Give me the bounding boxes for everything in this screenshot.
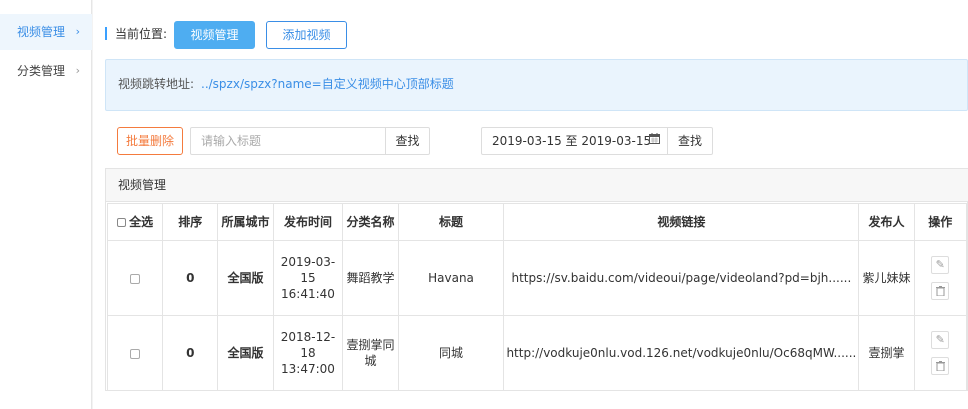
category-cell: 舞蹈教学 <box>342 240 399 316</box>
video-table: 全选 排序 所属城市 发布时间 分类名称 标题 视频链接 发布人 操作 0 全国… <box>106 203 968 391</box>
breadcrumb-accent <box>105 27 107 40</box>
publisher-cell: 紫儿妹妹 <box>858 240 915 316</box>
title-cell: 同城 <box>397 315 505 391</box>
publish-time-cell: 2019-03-15 16:41:40 <box>272 240 344 316</box>
header-actions: 操作 <box>913 203 968 241</box>
link-cell: http://vodkuje0nlu.vod.126.net/vodkuje0n… <box>503 315 860 391</box>
sidebar-item-video-manage[interactable]: 视频管理 › <box>0 14 92 50</box>
header-publish-time: 发布时间 <box>272 203 344 241</box>
table-row: 0 全国版 2019-03-15 16:41:40 舞蹈教学 Havana ht… <box>106 240 968 316</box>
video-manage-button[interactable]: 视频管理 <box>174 21 255 49</box>
date-search-button[interactable]: 查找 <box>667 127 713 155</box>
redirect-url-label: 视频跳转地址: <box>118 77 195 91</box>
panel-title: 视频管理 <box>106 169 968 202</box>
header-city: 所属城市 <box>217 203 274 241</box>
main-content: 当前位置: 视频管理 添加视频 视频跳转地址: ../spzx/spzx?nam… <box>93 0 968 409</box>
header-select-all[interactable]: 全选 <box>106 203 164 241</box>
batch-delete-button[interactable]: 批量删除 <box>117 127 183 155</box>
trash-icon[interactable] <box>931 357 950 375</box>
info-box: 视频跳转地址: ../spzx/spzx?name=自定义视频中心顶部标题 <box>105 59 968 111</box>
actions-cell: ✎ <box>913 315 968 391</box>
table-header-row: 全选 排序 所属城市 发布时间 分类名称 标题 视频链接 发布人 操作 <box>106 203 968 241</box>
actions-cell: ✎ <box>913 240 968 316</box>
search-input[interactable] <box>190 127 386 155</box>
chevron-right-icon: › <box>75 25 80 38</box>
row-checkbox[interactable] <box>130 273 141 284</box>
sidebar-item-label: 视频管理 <box>17 25 66 39</box>
sidebar: 视频管理 › 分类管理 › <box>0 0 92 409</box>
chevron-right-icon: › <box>75 64 80 77</box>
order-cell: 0 <box>162 315 219 391</box>
date-range-value: 2019-03-15 至 2019-03-15 <box>492 134 652 148</box>
header-publisher: 发布人 <box>858 203 915 241</box>
search-button[interactable]: 查找 <box>385 127 430 155</box>
header-title: 标题 <box>397 203 505 241</box>
redirect-url-link[interactable]: ../spzx/spzx?name=自定义视频中心顶部标题 <box>201 75 454 92</box>
edit-icon[interactable]: ✎ <box>931 256 950 274</box>
publisher-cell: 壹捌掌 <box>858 315 915 391</box>
breadcrumb-label: 当前位置: <box>115 27 168 41</box>
header-link: 视频链接 <box>503 203 860 241</box>
row-checkbox[interactable] <box>130 348 141 359</box>
sidebar-item-category-manage[interactable]: 分类管理 › <box>0 53 92 89</box>
header-category: 分类名称 <box>342 203 399 241</box>
row-select-cell <box>106 315 164 391</box>
table-row: 0 全国版 2018-12-18 13:47:00 壹捌掌同城 同城 http:… <box>106 315 968 391</box>
trash-icon[interactable] <box>931 282 950 300</box>
date-range-input[interactable]: 2019-03-15 至 2019-03-15 <box>481 127 668 155</box>
link-cell: https://sv.baidu.com/videoui/page/videol… <box>503 240 860 316</box>
publish-time-cell: 2018-12-18 13:47:00 <box>272 315 344 391</box>
sidebar-item-label: 分类管理 <box>17 64 66 78</box>
add-video-button[interactable]: 添加视频 <box>266 21 347 49</box>
calendar-icon <box>649 128 660 154</box>
city-cell: 全国版 <box>217 240 274 316</box>
edit-icon[interactable]: ✎ <box>931 331 950 349</box>
city-cell: 全国版 <box>217 315 274 391</box>
category-cell: 壹捌掌同城 <box>342 315 399 391</box>
title-cell: Havana <box>397 240 505 316</box>
order-cell: 0 <box>162 240 219 316</box>
row-select-cell <box>106 240 164 316</box>
header-order: 排序 <box>162 203 219 241</box>
video-table-panel: 视频管理 全选 排序 所属城市 发布时间 分类名称 标题 视频链接 发布人 操作 <box>105 168 968 391</box>
select-all-checkbox[interactable] <box>117 218 127 227</box>
